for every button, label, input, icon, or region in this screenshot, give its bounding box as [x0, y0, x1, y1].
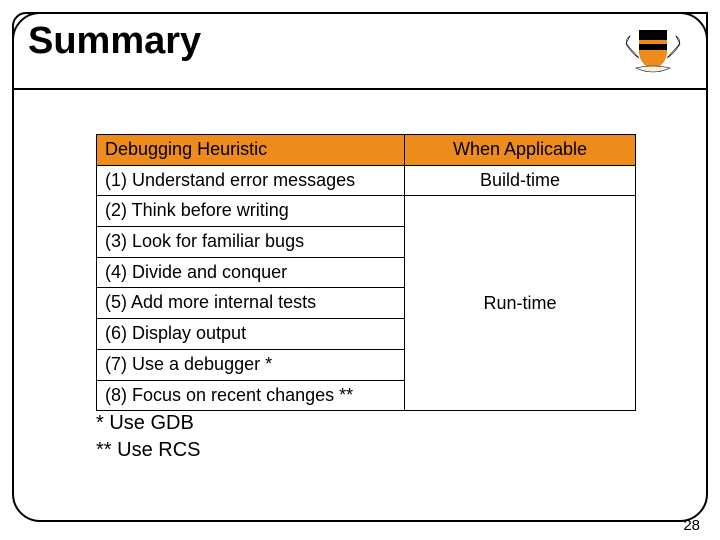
heuristics-table: Debugging Heuristic When Applicable (1) …: [96, 134, 636, 411]
footnote-1: * Use GDB: [96, 410, 200, 437]
heuristic-cell: (7) Use a debugger *: [97, 349, 404, 380]
when-cell: Run-time: [405, 196, 635, 410]
when-cell: Build-time: [405, 166, 635, 196]
heuristic-cell: (6) Display output: [97, 318, 404, 349]
princeton-crest-icon: [622, 20, 684, 82]
header-when: When Applicable: [405, 135, 635, 165]
table-header-row: Debugging Heuristic When Applicable: [97, 135, 635, 165]
heuristic-cell: (1) Understand error messages: [97, 166, 405, 196]
heuristic-cell: (8) Focus on recent changes **: [97, 380, 404, 411]
footnote-2: ** Use RCS: [96, 437, 200, 464]
slide-title: Summary: [28, 20, 201, 63]
footnotes: * Use GDB ** Use RCS: [96, 410, 200, 464]
heuristic-cell: (4) Divide and conquer: [97, 257, 404, 288]
header-heuristic: Debugging Heuristic: [97, 135, 405, 165]
runtime-heuristics: (2) Think before writing (3) Look for fa…: [97, 196, 405, 410]
heuristic-cell: (5) Add more internal tests: [97, 287, 404, 318]
runtime-group: (2) Think before writing (3) Look for fa…: [97, 195, 635, 410]
heuristic-cell: (2) Think before writing: [97, 196, 404, 226]
heuristic-cell: (3) Look for familiar bugs: [97, 226, 404, 257]
table-row: (1) Understand error messages Build-time: [97, 165, 635, 196]
page-number: 28: [683, 517, 700, 534]
